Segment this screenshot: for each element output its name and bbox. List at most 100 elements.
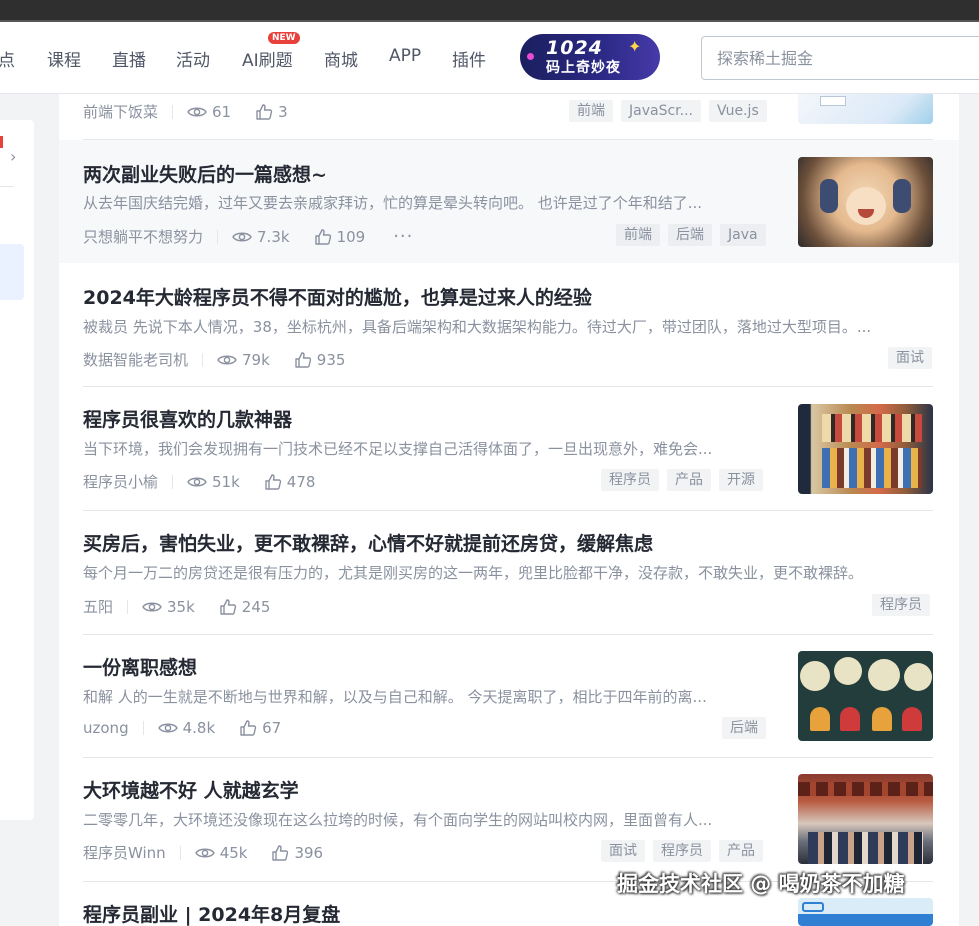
- like-count-value: 3: [278, 102, 288, 121]
- nav-item-live[interactable]: 直播: [112, 46, 146, 71]
- article-title[interactable]: 程序员很喜欢的几款神器: [83, 405, 292, 432]
- tag[interactable]: 产品: [719, 840, 763, 862]
- sidebar-divider: [0, 186, 14, 187]
- like-count-value: 109: [336, 227, 366, 246]
- tag[interactable]: 程序员: [872, 594, 930, 616]
- meta-separator: [217, 229, 219, 244]
- tag[interactable]: 后端: [722, 717, 766, 739]
- article-item[interactable]: 一份离职感想 和解 人的一生就是不断地与世界和解，以及与自己和解。 今天提离职了…: [59, 635, 959, 758]
- article-author[interactable]: 程序员Winn: [83, 842, 166, 863]
- article-tags: 面试 程序员 产品: [601, 840, 763, 862]
- article-author[interactable]: 前端下饭菜: [83, 101, 158, 122]
- like-button[interactable]: 245: [219, 598, 270, 616]
- tag[interactable]: Java: [720, 224, 766, 246]
- article-author[interactable]: 数据智能老司机: [83, 349, 188, 370]
- thumbnail-graphic: [798, 914, 933, 926]
- article-title[interactable]: 程序员副业 | 2024年8月复盘: [83, 900, 340, 926]
- article-thumbnail[interactable]: [798, 774, 933, 864]
- sidebar-active-item[interactable]: [0, 244, 24, 300]
- article-excerpt[interactable]: 被裁员 先说下本人情况，38，坐标杭州，具备后端架构和大数据架构能力。待过大厂，…: [83, 316, 935, 337]
- thumbnail-graphic: [872, 707, 892, 731]
- like-button[interactable]: 935: [294, 350, 346, 369]
- article-item[interactable]: 买房后，害怕失业，更不敢裸辞，心情不好就提前还房贷，缓解焦虑 每个月一万二的房贷…: [59, 511, 959, 635]
- like-count-value: 478: [286, 472, 316, 491]
- tag[interactable]: 产品: [667, 469, 711, 491]
- nav-item-ai-practice-label: AI刷题: [242, 51, 293, 71]
- article-title[interactable]: 2024年大龄程序员不得不面对的尴尬，也算是过来人的经验: [83, 283, 592, 310]
- article-item[interactable]: 程序员很喜欢的几款神器 当下环境，我们会发现拥有一门技术已经不足以支撑自己活得体…: [59, 387, 959, 511]
- thumbs-up-icon: [272, 844, 289, 861]
- thumbs-up-icon: [265, 473, 281, 490]
- article-meta: 只想躺平不想努力 7.3k 109 ···: [83, 226, 413, 247]
- like-button[interactable]: 396: [271, 844, 323, 862]
- like-count-value: 67: [262, 719, 282, 737]
- tag[interactable]: 后端: [668, 224, 712, 246]
- article-item[interactable]: 大环境越不好 人就越玄学 二零零几年，大环境还没像现在这么拉垮的时候，有个面向学…: [59, 758, 959, 882]
- tag[interactable]: 面试: [601, 840, 645, 862]
- article-author[interactable]: 只想躺平不想努力: [83, 226, 203, 247]
- thumbnail-graphic: [822, 414, 922, 442]
- nav-item-plugins[interactable]: 插件: [452, 46, 486, 71]
- search-box[interactable]: [701, 36, 979, 80]
- nav-item-mall[interactable]: 商城: [324, 46, 358, 71]
- article-item[interactable]: 两次副业失败后的一篇感想~ 从去年国庆结完婚，过年又要去亲戚家拜访，忙的算是晕头…: [59, 140, 959, 263]
- article-title[interactable]: 一份离职感想: [83, 653, 197, 680]
- tag[interactable]: 开源: [719, 469, 763, 491]
- tag[interactable]: 程序员: [653, 840, 711, 862]
- tag[interactable]: JavaScr...: [621, 100, 701, 122]
- article-author[interactable]: uzong: [83, 719, 129, 737]
- article-author[interactable]: 五阳: [83, 596, 113, 617]
- thumbnail-graphic: [893, 179, 911, 213]
- article-thumbnail[interactable]: [798, 898, 933, 926]
- article-title[interactable]: 两次副业失败后的一篇感想~: [83, 160, 327, 187]
- like-count-value: 935: [316, 350, 346, 369]
- article-excerpt[interactable]: 每个月一万二的房贷还是很有压力的，尤其是刚买房的这一两年，兜里比脸都干净，没存款…: [83, 562, 935, 583]
- tag[interactable]: 程序员: [601, 469, 659, 491]
- eye-icon: [187, 107, 207, 116]
- article-thumbnail[interactable]: [798, 94, 933, 124]
- like-button[interactable]: 478: [264, 472, 316, 491]
- view-count-value: 35k: [167, 597, 195, 616]
- article-excerpt[interactable]: 当下环境，我们会发现拥有一门技术已经不足以支撑自己活得体面了，一旦出现意外，难免…: [83, 438, 773, 459]
- nav-item-partial[interactable]: 点: [0, 46, 15, 71]
- article-title[interactable]: 买房后，害怕失业，更不敢裸辞，心情不好就提前还房贷，缓解焦虑: [83, 529, 653, 556]
- article-tags: 程序员: [872, 594, 930, 616]
- like-button[interactable]: 3: [255, 103, 288, 121]
- search-input[interactable]: [702, 37, 979, 79]
- nav-item-ai-practice[interactable]: AI刷题 NEW: [242, 32, 300, 71]
- like-button[interactable]: 67: [239, 719, 281, 737]
- like-button[interactable]: 109: [314, 227, 366, 246]
- view-count: 51k: [187, 473, 240, 491]
- tag[interactable]: 前端: [569, 100, 613, 122]
- meta-separator: [142, 721, 144, 735]
- chevron-right-icon[interactable]: ›: [10, 147, 16, 166]
- thumbnail-graphic: [846, 187, 886, 225]
- view-count-value: 45k: [219, 843, 248, 862]
- tag[interactable]: 前端: [616, 224, 660, 246]
- article-thumbnail[interactable]: [798, 157, 933, 247]
- thumbnail-graphic: [798, 782, 933, 796]
- tag[interactable]: 面试: [888, 347, 932, 369]
- article-excerpt[interactable]: 从去年国庆结完婚，过年又要去亲戚家拜访，忙的算是晕头转向吧。 也许是过了个年和结…: [83, 192, 773, 213]
- article-item[interactable]: 2024年大龄程序员不得不面对的尴尬，也算是过来人的经验 被裁员 先说下本人情况…: [59, 263, 959, 387]
- view-count: 45k: [194, 843, 248, 862]
- eye-icon: [232, 232, 252, 241]
- article-item[interactable]: 前端下饭菜 61 3 前端 JavaScr... Vue.js: [59, 94, 959, 140]
- article-excerpt[interactable]: 和解 人的一生就是不断地与世界和解，以及与自己和解。 今天提离职了，相比于四年前…: [83, 686, 773, 707]
- nav-item-events[interactable]: 活动: [176, 46, 210, 71]
- nav-item-app[interactable]: APP: [389, 46, 421, 66]
- article-title[interactable]: 大环境越不好 人就越玄学: [83, 776, 299, 803]
- article-excerpt[interactable]: 二零零几年，大环境还没像现在这么拉垮的时候，有个面向学生的网站叫校内网，里面曾有…: [83, 809, 773, 830]
- thumbs-up-icon: [295, 351, 311, 368]
- article-meta: 程序员小榆 51k 478: [83, 471, 339, 492]
- article-feed: 前端下饭菜 61 3 前端 JavaScr... Vue.js 两次副业失败后的…: [59, 94, 959, 926]
- more-icon[interactable]: ···: [393, 226, 413, 247]
- article-thumbnail[interactable]: [798, 404, 933, 494]
- promo-text: 码上奇妙夜: [546, 60, 621, 76]
- article-meta: 程序员Winn 45k 396: [83, 842, 347, 863]
- tag[interactable]: Vue.js: [708, 100, 767, 122]
- nav-item-courses[interactable]: 课程: [47, 46, 81, 71]
- article-thumbnail[interactable]: [798, 651, 933, 741]
- view-count-value: 79k: [242, 350, 270, 369]
- article-author[interactable]: 程序员小榆: [83, 471, 158, 492]
